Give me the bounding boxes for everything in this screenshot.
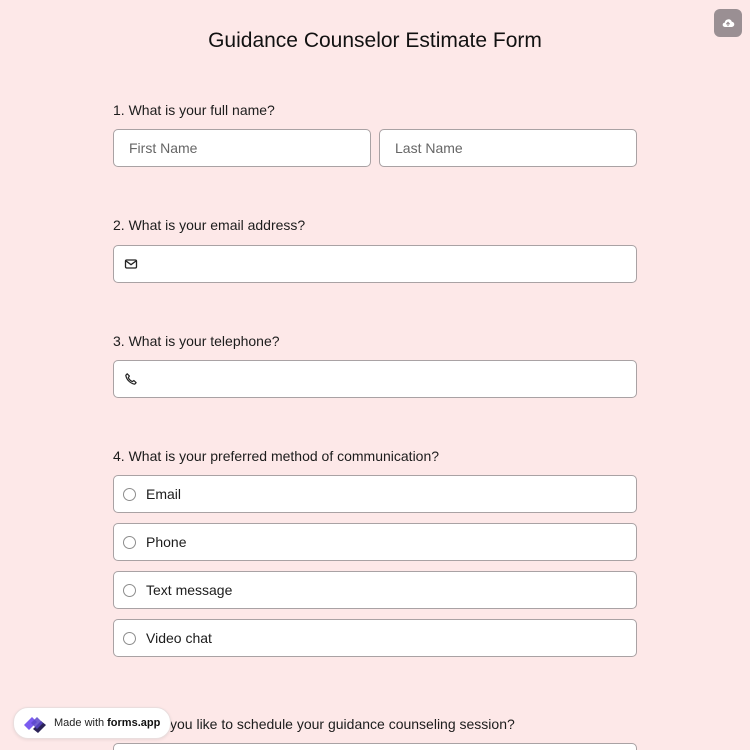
question-full-name: 1. What is your full name? [113, 102, 637, 118]
question-email: 2. What is your email address? [113, 217, 637, 233]
radio-button[interactable] [123, 631, 136, 645]
first-name-field[interactable]: First Name [113, 129, 371, 167]
form-title: Guidance Counselor Estimate Form [208, 29, 542, 52]
radio-button[interactable] [123, 487, 136, 501]
forms-app-logo-icon [24, 717, 46, 733]
badge-brand-text: forms.app [107, 717, 161, 729]
first-name-placeholder: First Name [129, 140, 198, 156]
email-field[interactable] [113, 245, 637, 283]
last-name-field[interactable]: Last Name [379, 129, 637, 167]
radio-button[interactable] [123, 583, 136, 597]
option-label: Text message [146, 582, 233, 598]
question-telephone: 3. What is your telephone? [113, 333, 637, 349]
question-communication-method: 4. What is your preferred method of comm… [113, 448, 637, 658]
question-label: 4. What is your preferred method of comm… [113, 448, 440, 464]
question-label: 3. What is your telephone? [113, 333, 280, 349]
question-label: you like to schedule your guidance couns… [170, 716, 515, 732]
cloud-upload-icon [722, 19, 735, 27]
form-page: Guidance Counselor Estimate Form 1. What… [0, 0, 750, 750]
radio-button[interactable] [123, 535, 136, 549]
option-phone[interactable]: Phone [113, 523, 637, 561]
question-label: 1. What is your full name? [113, 102, 275, 118]
phone-icon [124, 372, 138, 386]
envelope-icon [124, 257, 138, 271]
last-name-placeholder: Last Name [395, 140, 463, 156]
made-with-badge[interactable]: Made with forms.app [13, 707, 172, 739]
badge-made-with-text: Made with [54, 717, 105, 729]
question-label: 2. What is your email address? [113, 217, 306, 233]
question-schedule-session: you like to schedule your guidance couns… [170, 716, 570, 732]
option-label: Video chat [146, 630, 212, 646]
option-label: Phone [146, 534, 187, 550]
option-video-chat[interactable]: Video chat [113, 619, 637, 657]
option-label: Email [146, 486, 182, 502]
option-email[interactable]: Email [113, 475, 637, 513]
option-text-message[interactable]: Text message [113, 571, 637, 609]
telephone-field[interactable] [113, 360, 637, 398]
schedule-field[interactable] [113, 743, 637, 750]
